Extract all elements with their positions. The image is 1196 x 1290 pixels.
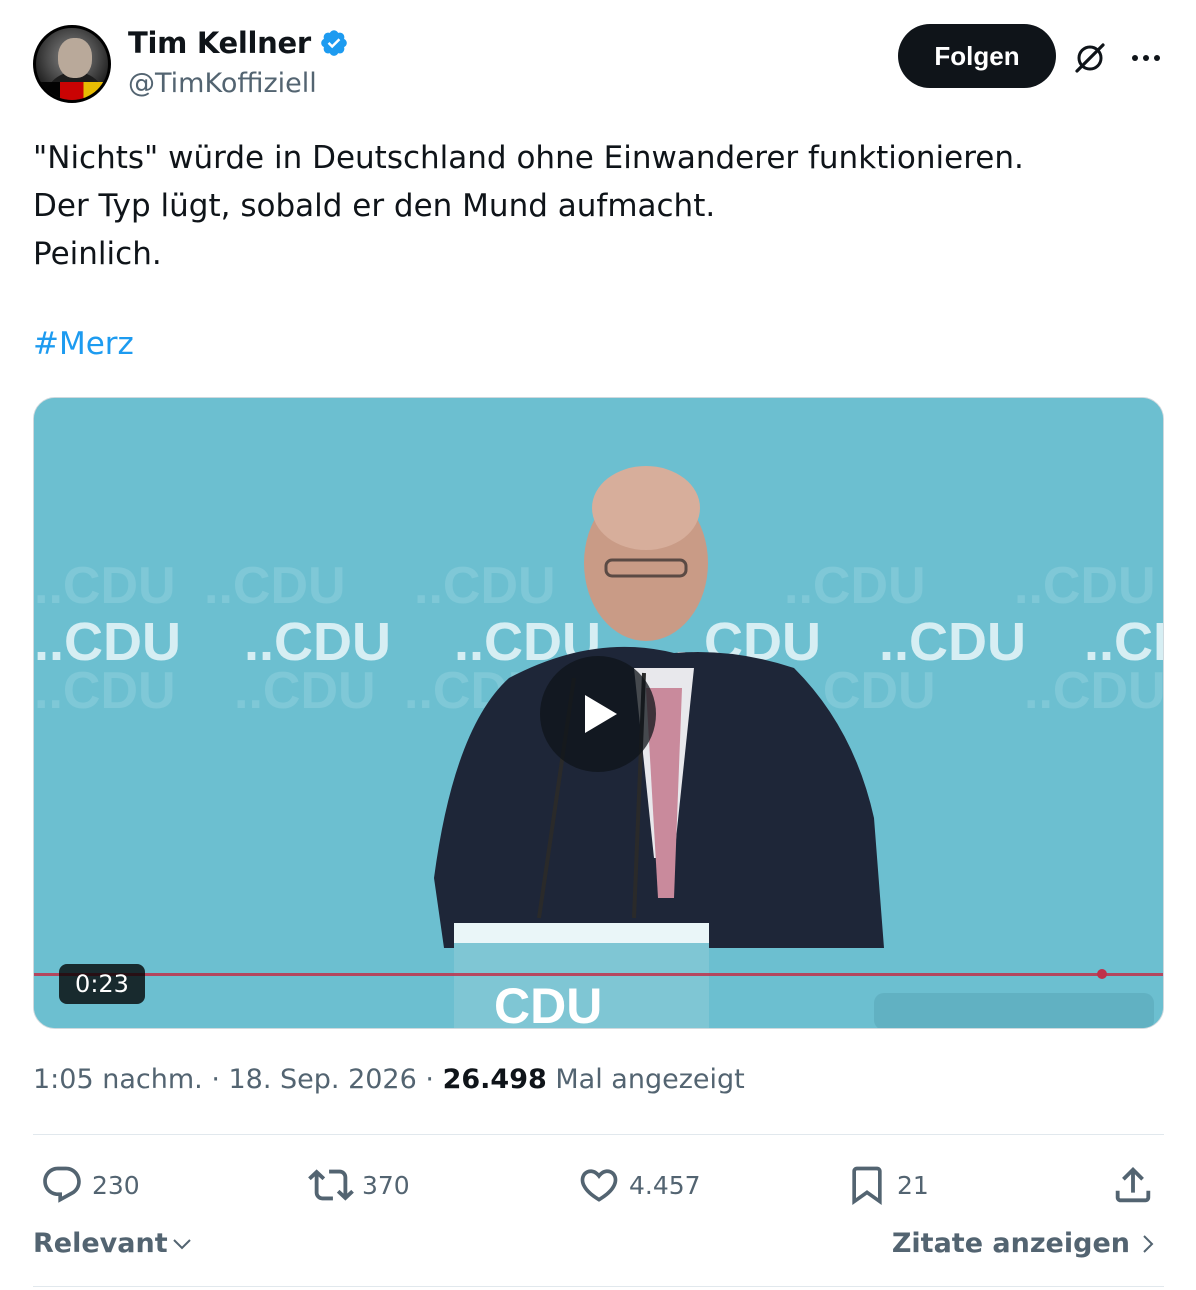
author-handle[interactable]: @TimKoffiziell [128,68,317,99]
svg-text:..CDU: ..CDU [879,612,1026,672]
play-icon [585,695,617,733]
author-name-row[interactable]: Tim Kellner [128,26,349,60]
like-button[interactable]: 4.457 [577,1163,701,1207]
svg-text:..CDU: ..CDU [34,612,181,672]
video-player[interactable]: ..CDU ..CDU ..CDU ..CDU ..CDU ..CDU ..CDU ..C… [33,397,1164,1029]
bookmark-icon [852,1166,882,1206]
svg-text:..CDU: ..CDU [1014,557,1156,615]
svg-text:..CDU: ..CDU [414,557,556,615]
bookmark-count: 21 [897,1170,929,1200]
bookmark-button[interactable]: 21 [845,1163,929,1207]
follow-button[interactable]: Folgen [898,24,1056,88]
tweet-date[interactable]: 18. Sep. 2026 [229,1064,417,1095]
reply-icon [43,1166,81,1203]
repost-count: 370 [362,1170,410,1200]
author-avatar[interactable] [33,25,111,103]
share-button[interactable] [1110,1163,1164,1207]
meta-separator: · [425,1064,434,1095]
svg-text:..CDU: ..CDU [1084,612,1164,672]
divider [33,1286,1164,1287]
tweet-text: "Nichts" würde in Deutschland ohne Einwa… [33,134,1024,278]
tweet-line: Peinlich. [33,236,162,272]
quotes-label: Zitate anzeigen [891,1228,1130,1259]
podium-logo: CDU [494,978,602,1029]
tweet-time[interactable]: 1:05 nachm. [33,1064,203,1095]
sort-label: Relevant [33,1228,168,1259]
grok-icon[interactable] [1072,40,1108,76]
sort-dropdown[interactable]: Relevant [33,1228,194,1259]
svg-text:..CDU: ..CDU [244,612,391,672]
view-quotes-link[interactable]: Zitate anzeigen [892,1228,1160,1259]
like-count: 4.457 [629,1170,701,1200]
hashtag-link[interactable]: #Merz [33,326,134,362]
video-duration-badge: 0:23 [59,964,145,1004]
tweet-line: Der Typ lügt, sobald er den Mund aufmach… [33,188,716,224]
views-count: 26.498 [442,1064,547,1095]
avatar-flag-ring [36,82,108,100]
views-label: Mal angezeigt [555,1064,745,1095]
meta-separator: · [211,1064,220,1095]
avatar-face [58,38,92,78]
reply-button[interactable]: 230 [40,1163,140,1207]
play-button[interactable] [540,656,656,772]
share-icon [1115,1166,1151,1203]
repost-icon [308,1169,354,1201]
chevron-right-icon [1143,1234,1154,1253]
author-name[interactable]: Tim Kellner [128,26,311,60]
repost-button[interactable]: 370 [308,1163,410,1207]
more-options-icon[interactable] [1128,40,1164,76]
chevron-down-icon [172,1238,191,1249]
verified-badge-icon [321,30,347,56]
svg-text:..CDU: ..CDU [204,557,346,615]
divider [33,1134,1164,1135]
svg-text:..CDU: ..CDU [34,557,176,615]
tweet-line: "Nichts" würde in Deutschland ohne Einwa… [33,140,1024,176]
svg-text:..CDU: ..CDU [784,557,926,615]
heart-icon [580,1169,618,1202]
tweet-meta: 1:05 nachm. · 18. Sep. 2026 · 26.498 Mal… [33,1064,745,1095]
reply-count: 230 [92,1170,140,1200]
